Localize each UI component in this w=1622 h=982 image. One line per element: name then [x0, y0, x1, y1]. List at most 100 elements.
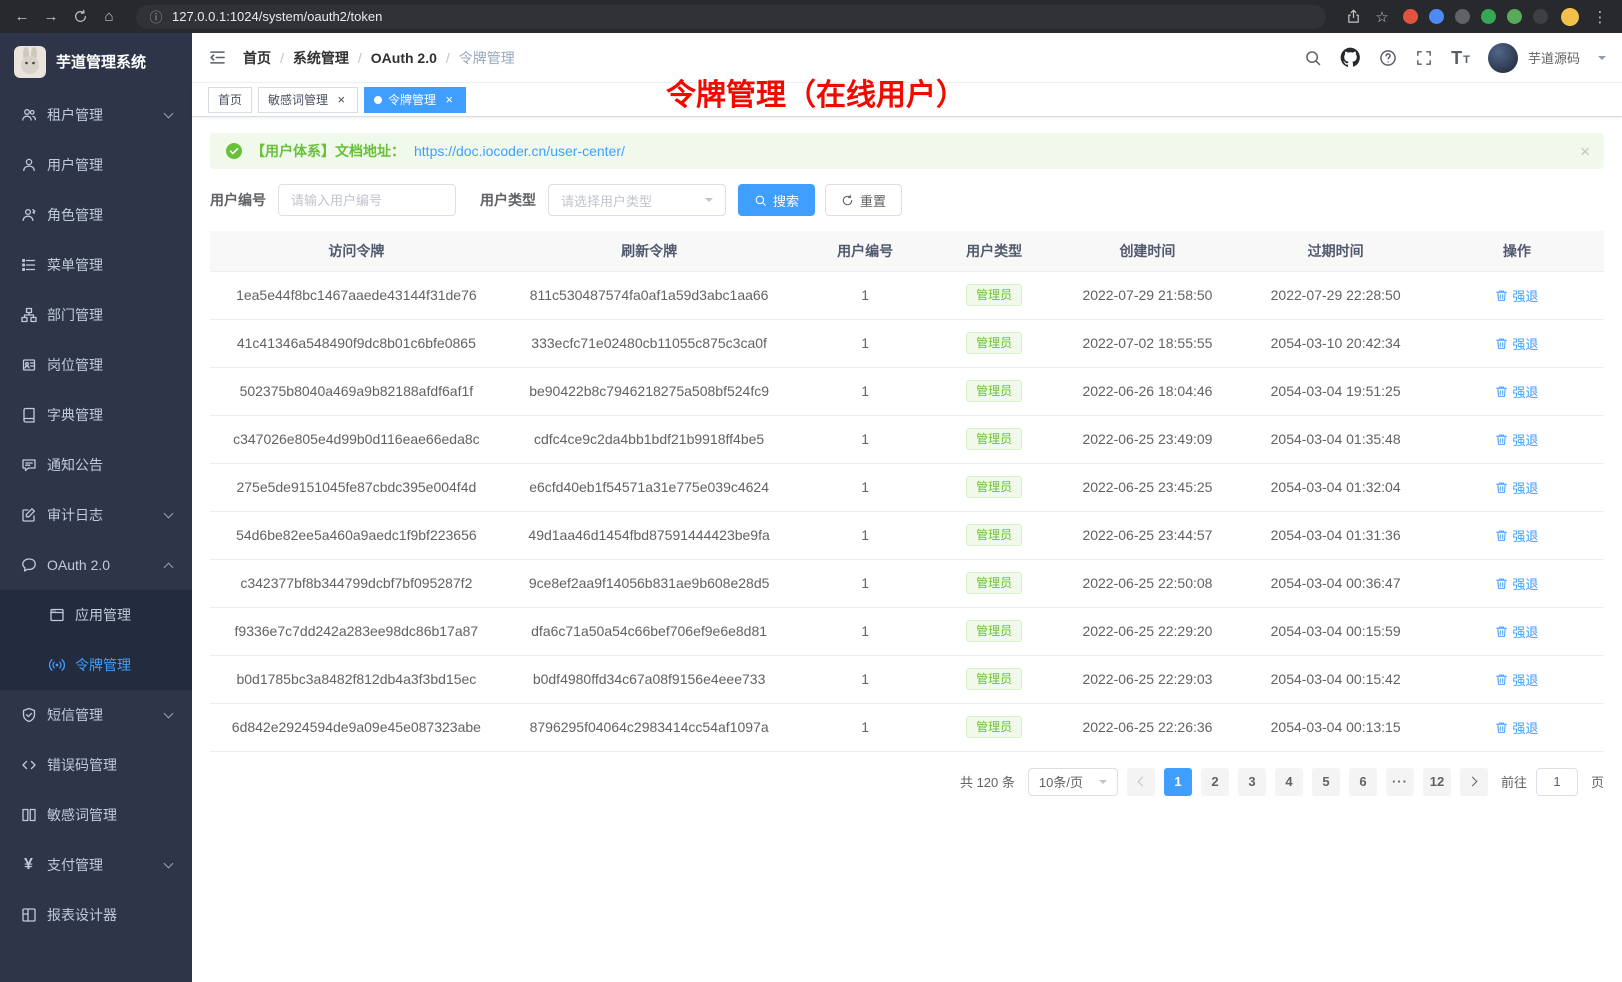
page-content: 【用户体系】文档地址： https://doc.iocoder.cn/user-… [192, 117, 1622, 982]
force-logout-button[interactable]: 强退 [1495, 286, 1538, 305]
force-logout-button[interactable]: 强退 [1495, 718, 1538, 737]
goto-page-input[interactable] [1536, 768, 1578, 796]
extension-icon[interactable] [1507, 9, 1522, 24]
tab-home[interactable]: 首页 [208, 87, 252, 113]
help-icon[interactable] [1379, 49, 1397, 67]
user-type-badge: 管理员 [966, 332, 1022, 354]
alert-link[interactable]: https://doc.iocoder.cn/user-center/ [414, 143, 625, 159]
errcode-icon [20, 757, 37, 773]
reload-icon[interactable] [72, 9, 88, 24]
sidebar-item-oauth2-token[interactable]: 令牌管理 [0, 640, 192, 690]
expire-time-cell: 2054-03-04 00:36:47 [1242, 559, 1430, 607]
page-button-6[interactable]: 6 [1349, 768, 1377, 796]
force-logout-button[interactable]: 强退 [1495, 670, 1538, 689]
chevron-down-icon[interactable] [1598, 56, 1606, 64]
back-icon[interactable]: ← [14, 8, 30, 25]
sidebar-item-role[interactable]: 角色管理 [0, 190, 192, 240]
site-info-icon[interactable]: ⓘ [148, 7, 164, 26]
search-button[interactable]: 搜索 [738, 184, 815, 216]
sidebar-item-report[interactable]: 报表设计器 [0, 890, 192, 940]
extension-icon[interactable] [1481, 9, 1496, 24]
force-logout-button[interactable]: 强退 [1495, 382, 1538, 401]
breadcrumb-item[interactable]: OAuth 2.0 [371, 50, 437, 66]
token-icon [48, 657, 65, 673]
extension-icon[interactable] [1403, 9, 1418, 24]
sidebar-item-label: 应用管理 [75, 605, 131, 625]
user-type-cell: 管理员 [935, 463, 1053, 511]
force-logout-button[interactable]: 强退 [1495, 526, 1538, 545]
breadcrumb-item[interactable]: 系统管理 [293, 48, 349, 68]
user-type-select[interactable]: 请选择用户类型 [548, 184, 726, 216]
sidebar-item-oauth2[interactable]: OAuth 2.0 [0, 540, 192, 590]
browser-profile-icon[interactable] [1561, 8, 1579, 26]
sidebar-item-errcode[interactable]: 错误码管理 [0, 740, 192, 790]
fullscreen-icon[interactable] [1415, 49, 1433, 67]
sidebar-item-menu[interactable]: 菜单管理 [0, 240, 192, 290]
force-logout-button[interactable]: 强退 [1495, 430, 1538, 449]
page-button-3[interactable]: 3 [1238, 768, 1266, 796]
tab-token[interactable]: 令牌管理× [364, 87, 466, 113]
home-icon[interactable]: ⌂ [101, 8, 117, 25]
actions-cell: 强退 [1430, 703, 1604, 751]
extension-icon[interactable] [1533, 9, 1548, 24]
sidebar-item-sensitive[interactable]: 敏感词管理 [0, 790, 192, 840]
app-logo-row[interactable]: 芋道管理系统 [0, 33, 192, 90]
page-button-5[interactable]: 5 [1312, 768, 1340, 796]
access-token-cell: 54d6be82ee5a460a9aedc1f9bf223656 [210, 511, 503, 559]
reset-label: 重置 [860, 191, 886, 210]
page-button-4[interactable]: 4 [1275, 768, 1303, 796]
pagination-more-icon[interactable]: ··· [1386, 768, 1414, 796]
bookmark-star-icon[interactable]: ☆ [1374, 8, 1390, 26]
extension-icon[interactable] [1429, 9, 1444, 24]
page-button-1[interactable]: 1 [1164, 768, 1192, 796]
sidebar-item-oauth2-app[interactable]: 应用管理 [0, 590, 192, 640]
force-logout-button[interactable]: 强退 [1495, 622, 1538, 641]
reset-button[interactable]: 重置 [825, 184, 902, 216]
close-icon[interactable]: × [1580, 143, 1590, 160]
sidebar-item-user[interactable]: 用户管理 [0, 140, 192, 190]
create-time-cell: 2022-06-25 22:29:20 [1053, 607, 1241, 655]
chevron-down-icon [164, 108, 174, 118]
sidebar-item-audit[interactable]: 审计日志 [0, 490, 192, 540]
page-size-select[interactable]: 10条/页 [1028, 768, 1118, 796]
browser-menu-icon[interactable]: ⋮ [1592, 8, 1608, 26]
table-row: c347026e805e4d99b0d116eae66eda8ccdfc4ce9… [210, 415, 1604, 463]
font-size-icon[interactable]: TT [1451, 49, 1470, 67]
sidebar-item-dept[interactable]: 部门管理 [0, 290, 192, 340]
breadcrumb: 首页/系统管理/OAuth 2.0/令牌管理 [243, 48, 515, 68]
close-icon[interactable]: × [334, 93, 348, 107]
sidebar-item-notice[interactable]: 通知公告 [0, 440, 192, 490]
user-id-input[interactable] [278, 184, 456, 216]
user-avatar[interactable] [1488, 43, 1518, 73]
sidebar-toggle-icon[interactable] [208, 48, 227, 67]
pagination: 共 120 条 10条/页 123456···12 前往 页 [210, 768, 1604, 796]
expire-time-cell: 2022-07-29 22:28:50 [1242, 271, 1430, 319]
actions-cell: 强退 [1430, 367, 1604, 415]
audit-icon [20, 507, 37, 523]
breadcrumb-item[interactable]: 首页 [243, 48, 271, 68]
sidebar-item-sms[interactable]: 短信管理 [0, 690, 192, 740]
actions-cell: 强退 [1430, 271, 1604, 319]
delete-icon [1495, 721, 1508, 734]
share-icon[interactable] [1345, 9, 1361, 24]
force-logout-button[interactable]: 强退 [1495, 478, 1538, 497]
tab-sensitive[interactable]: 敏感词管理× [258, 87, 358, 113]
extension-icon[interactable] [1455, 9, 1470, 24]
close-icon[interactable]: × [442, 93, 456, 107]
next-page-button[interactable] [1460, 768, 1488, 796]
force-logout-button[interactable]: 强退 [1495, 574, 1538, 593]
github-icon[interactable] [1340, 47, 1361, 68]
prev-page-button[interactable] [1127, 768, 1155, 796]
url-bar[interactable]: ⓘ 127.0.0.1:1024/system/oauth2/token [136, 5, 1326, 29]
page-button-12[interactable]: 12 [1423, 768, 1451, 796]
force-logout-button[interactable]: 强退 [1495, 334, 1538, 353]
sidebar-item-pay[interactable]: ¥支付管理 [0, 840, 192, 890]
refresh-icon [841, 194, 854, 207]
page-button-2[interactable]: 2 [1201, 768, 1229, 796]
sidebar-item-post[interactable]: 岗位管理 [0, 340, 192, 390]
search-icon[interactable] [1304, 49, 1322, 67]
username[interactable]: 芋道源码 [1528, 48, 1580, 67]
sidebar-item-dict[interactable]: 字典管理 [0, 390, 192, 440]
forward-icon[interactable]: → [43, 8, 59, 25]
sidebar-item-tenant[interactable]: 租户管理 [0, 90, 192, 140]
